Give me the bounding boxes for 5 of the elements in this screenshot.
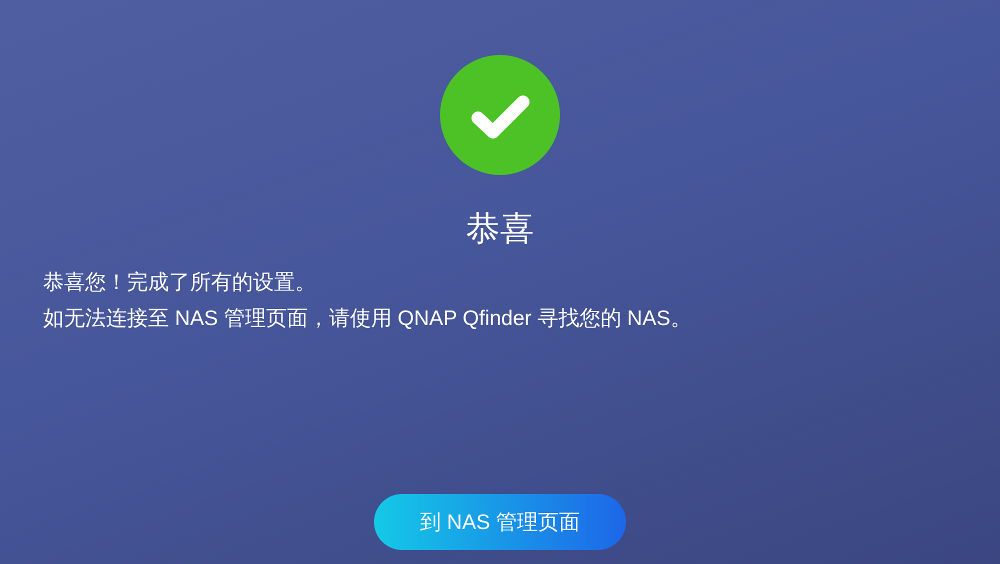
- page-title: 恭喜: [466, 209, 534, 249]
- nas-admin-button[interactable]: 到 NAS 管理页面: [374, 494, 626, 550]
- message-text: 恭喜您！完成了所有的设置。: [43, 270, 316, 296]
- success-check-icon: [440, 55, 560, 175]
- message-text: 如无法连接至 NAS 管理页面，请使用 QNAP Qfinder 寻找您的 NAS。: [43, 306, 692, 332]
